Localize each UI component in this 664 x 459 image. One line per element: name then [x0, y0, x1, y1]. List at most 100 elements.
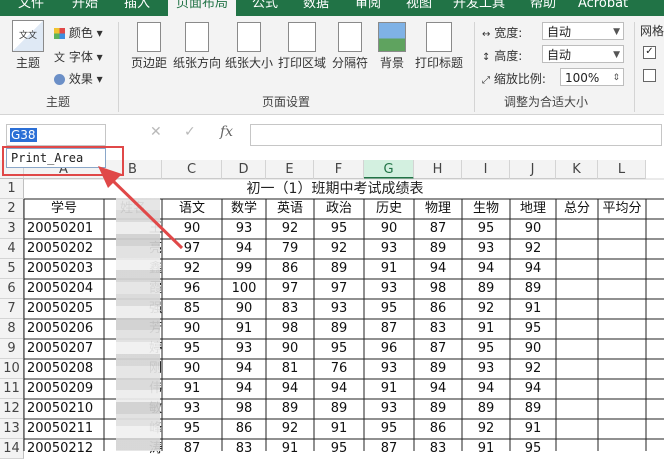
score-cell[interactable]: 93: [364, 359, 414, 379]
score-cell[interactable]: 83: [222, 439, 266, 459]
score-cell[interactable]: 89: [462, 279, 510, 299]
gridlines-print-checkbox[interactable]: [643, 69, 656, 82]
score-cell[interactable]: 83: [266, 299, 314, 319]
score-cell[interactable]: 86: [266, 259, 314, 279]
theme-effects-button[interactable]: 效果 ▾: [54, 70, 103, 87]
score-cell[interactable]: 94: [222, 239, 266, 259]
score-cell[interactable]: 98: [414, 279, 462, 299]
score-cell[interactable]: 90: [222, 299, 266, 319]
score-cell[interactable]: 90: [364, 219, 414, 239]
score-cell[interactable]: 87: [414, 219, 462, 239]
student-id-cell[interactable]: 20050212: [24, 439, 104, 459]
themes-button[interactable]: 文文 主题: [8, 20, 48, 71]
size-button[interactable]: 纸张大小: [224, 22, 274, 71]
ribbon-tab[interactable]: 数据: [303, 0, 329, 14]
margins-button[interactable]: 页边距: [128, 22, 170, 71]
column-heading-cell[interactable]: 英语: [266, 199, 314, 219]
score-cell[interactable]: 90: [266, 339, 314, 359]
score-cell[interactable]: 95: [510, 319, 556, 339]
orientation-button[interactable]: 纸张方向: [172, 22, 222, 71]
column-heading-cell[interactable]: 语文: [162, 199, 222, 219]
score-cell[interactable]: 87: [364, 319, 414, 339]
score-cell[interactable]: 89: [414, 239, 462, 259]
score-cell[interactable]: 95: [510, 439, 556, 459]
score-cell[interactable]: 91: [314, 419, 364, 439]
ribbon-tab[interactable]: 插入: [124, 0, 150, 14]
score-cell[interactable]: 97: [314, 279, 364, 299]
ribbon-tab[interactable]: 审阅: [355, 0, 381, 14]
column-heading-cell[interactable]: 历史: [364, 199, 414, 219]
student-id-cell[interactable]: 20050206: [24, 319, 104, 339]
theme-colors-button[interactable]: 颜色 ▾: [54, 24, 103, 41]
score-cell[interactable]: 83: [414, 439, 462, 459]
score-cell[interactable]: 93: [222, 219, 266, 239]
formula-input[interactable]: [250, 124, 662, 146]
score-cell[interactable]: 89: [414, 359, 462, 379]
score-cell[interactable]: 94: [266, 379, 314, 399]
score-cell[interactable]: 90: [162, 219, 222, 239]
print-area-button[interactable]: 打印区域: [276, 22, 328, 71]
score-cell[interactable]: 94: [314, 379, 364, 399]
student-id-cell[interactable]: 20050208: [24, 359, 104, 379]
score-cell[interactable]: 95: [314, 339, 364, 359]
score-cell[interactable]: 89: [414, 399, 462, 419]
score-cell[interactable]: 86: [414, 419, 462, 439]
score-cell[interactable]: 87: [414, 339, 462, 359]
ribbon-tab[interactable]: 文件: [18, 0, 44, 14]
score-cell[interactable]: 89: [462, 399, 510, 419]
score-cell[interactable]: 94: [462, 379, 510, 399]
score-cell[interactable]: 96: [364, 339, 414, 359]
score-cell[interactable]: 92: [462, 299, 510, 319]
scale-spinner[interactable]: 100% ⇕: [560, 68, 624, 86]
score-cell[interactable]: 90: [162, 359, 222, 379]
score-cell[interactable]: 91: [266, 439, 314, 459]
score-cell[interactable]: 86: [414, 299, 462, 319]
score-cell[interactable]: 95: [314, 439, 364, 459]
column-heading-cell[interactable]: 物理: [414, 199, 462, 219]
score-cell[interactable]: 93: [462, 239, 510, 259]
student-id-cell[interactable]: 20050210: [24, 399, 104, 419]
score-cell[interactable]: 92: [162, 259, 222, 279]
score-cell[interactable]: 94: [414, 259, 462, 279]
score-cell[interactable]: 91: [364, 379, 414, 399]
ribbon-tab[interactable]: 公式: [252, 0, 278, 14]
score-cell[interactable]: 94: [462, 259, 510, 279]
score-cell[interactable]: 87: [364, 439, 414, 459]
score-cell[interactable]: 91: [510, 299, 556, 319]
score-cell[interactable]: 92: [266, 419, 314, 439]
score-cell[interactable]: 89: [314, 319, 364, 339]
score-cell[interactable]: 92: [510, 359, 556, 379]
score-cell[interactable]: 86: [222, 419, 266, 439]
score-cell[interactable]: 95: [462, 339, 510, 359]
score-cell[interactable]: 92: [314, 239, 364, 259]
score-cell[interactable]: 91: [222, 319, 266, 339]
score-cell[interactable]: 85: [162, 299, 222, 319]
score-cell[interactable]: 94: [510, 259, 556, 279]
score-cell[interactable]: 91: [162, 379, 222, 399]
score-cell[interactable]: 97: [266, 279, 314, 299]
cancel-icon[interactable]: ✕: [150, 124, 162, 140]
insert-function-icon[interactable]: fx: [220, 124, 233, 140]
column-heading-cell[interactable]: 学号: [24, 199, 104, 219]
student-id-cell[interactable]: 20050205: [24, 299, 104, 319]
student-id-cell[interactable]: 20050203: [24, 259, 104, 279]
print-titles-button[interactable]: 打印标题: [412, 22, 466, 71]
score-cell[interactable]: 89: [266, 399, 314, 419]
score-cell[interactable]: 90: [510, 339, 556, 359]
ribbon-tab[interactable]: 页面布局: [168, 0, 237, 16]
score-cell[interactable]: 91: [462, 319, 510, 339]
ribbon-tab[interactable]: Acrobat: [578, 0, 628, 14]
score-cell[interactable]: 95: [364, 419, 414, 439]
score-cell[interactable]: 96: [162, 279, 222, 299]
score-cell[interactable]: 89: [314, 399, 364, 419]
breaks-button[interactable]: 分隔符: [330, 22, 370, 71]
name-box[interactable]: G38: [6, 124, 106, 146]
student-id-cell[interactable]: 20050204: [24, 279, 104, 299]
score-cell[interactable]: 99: [222, 259, 266, 279]
score-cell[interactable]: 97: [162, 239, 222, 259]
score-cell[interactable]: 94: [414, 379, 462, 399]
score-cell[interactable]: 98: [266, 319, 314, 339]
score-cell[interactable]: 89: [510, 399, 556, 419]
column-heading-cell[interactable]: 平均分: [598, 199, 646, 219]
score-cell[interactable]: 93: [314, 299, 364, 319]
